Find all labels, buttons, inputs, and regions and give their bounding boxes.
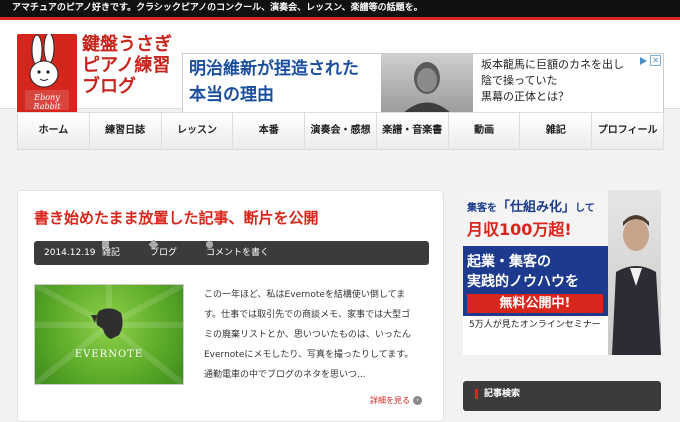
- sidebar-ad-line3b: 実践的ノウハウを: [467, 274, 579, 290]
- header-ad-body: 坂本龍馬に巨額のカネを出し 陰で操っていた 黒幕の正体とは？: [481, 57, 656, 105]
- sidebar-ad-line3a: 起業・集客の: [467, 254, 551, 270]
- logo-badge-line2: Rabbit: [33, 102, 62, 111]
- post-title[interactable]: 書き始めたまま放置した記事、断片を公開: [34, 207, 319, 228]
- nav-item-profile[interactable]: プロフィール: [592, 113, 663, 149]
- site-logo-badge[interactable]: Ebony Rabbit: [17, 34, 77, 114]
- widget-accent-mark: [475, 388, 478, 399]
- post-date: 2014.12.19: [44, 248, 96, 258]
- thumbnail-label: EVERNOTE: [74, 349, 144, 360]
- site-title-line: ブログ: [82, 76, 136, 97]
- sidebar-ad-line6: 5万人が見たオンラインセミナー: [463, 316, 608, 355]
- site-title-line: 鍵盤うさぎ: [82, 34, 172, 55]
- post-card: 書き始めたまま放置した記事、断片を公開 2014.12.19 雑記 ブログ コメ…: [17, 190, 444, 422]
- header-ad-body-line: 坂本龍馬に巨額のカネを出し: [481, 58, 624, 71]
- nav-item-practice-diary[interactable]: 練習日誌: [90, 113, 162, 149]
- logo-badge-line1: Ebony: [33, 93, 60, 102]
- close-icon[interactable]: ✕: [650, 55, 661, 66]
- header-ad-headline-line: 明治維新が捏造された: [189, 59, 359, 79]
- header-ad-body-line: 黒幕の正体とは？: [481, 90, 569, 103]
- excerpt-line: この一年ほど、私はEvernoteを結構使い倒してま: [204, 290, 406, 300]
- header-ad-banner[interactable]: 明治維新が捏造された 本当の理由 坂本龍馬に巨額のカネを出し 陰で操っていた 黒…: [182, 53, 664, 116]
- excerpt-line: す。仕事では取引先での商談メモ、家事では大型ゴ: [204, 310, 411, 320]
- header-ad-body-line: 陰で操っていた: [481, 74, 558, 87]
- post-excerpt: この一年ほど、私はEvernoteを結構使い倒してま す。仕事では取引先での商談…: [204, 285, 429, 385]
- sidebar-ad-line1-suffix: して: [575, 203, 595, 214]
- sidebar-ad-line1: 集客を「仕組み化」して: [467, 196, 595, 215]
- sidebar-ad-line1-prefix: 集客を: [467, 203, 497, 214]
- sidebar-ad-line2: 月収100万超!: [467, 220, 572, 239]
- excerpt-line: 通勤電車の中でブログのネタを思いつ...: [204, 370, 366, 380]
- adchoices-icon[interactable]: [640, 56, 647, 65]
- post-tag-label: ブログ: [150, 248, 178, 258]
- excerpt-line: Evernoteにメモしたり、写真を撮ったりしてます。: [204, 350, 414, 360]
- site-tagline: アマチュアのピアノ好きです。クラシックピアノのコンクール、演奏会、レッスン、楽譜…: [12, 3, 423, 13]
- evernote-elephant-icon: [35, 285, 183, 384]
- nav-item-lessons[interactable]: レッスン: [162, 113, 234, 149]
- nav-item-performance[interactable]: 本番: [233, 113, 306, 149]
- header-ad-headline-line: 本当の理由: [189, 85, 274, 105]
- header-ad-portrait-image: [381, 54, 473, 115]
- post-category-label: 雑記: [102, 248, 121, 258]
- site-title[interactable]: 鍵盤うさぎ ピアノ練習 ブログ: [82, 34, 182, 97]
- chevron-right-icon: ›: [413, 396, 422, 405]
- site-header: Ebony Rabbit 鍵盤うさぎ ピアノ練習 ブログ 明治維新が捏造された …: [0, 20, 680, 116]
- sidebar-ad-line5: 無料公開中!: [467, 294, 603, 313]
- post-meta-bar: 2014.12.19 雑記 ブログ コメントを書く: [34, 239, 429, 265]
- read-more-link[interactable]: 詳細を見る ›: [370, 395, 422, 406]
- adchoices-control[interactable]: ✕: [640, 55, 661, 66]
- main-navigation: ホーム 練習日誌 レッスン 本番 演奏会・感想 楽譜・音楽書 動画 雑記 プロフ…: [17, 112, 664, 150]
- read-more-label: 詳細を見る: [370, 396, 410, 405]
- excerpt-line: ミの廃棄リストとか、思いついたものは、いったん: [204, 330, 411, 340]
- sidebar-ad-presenter-image: [608, 190, 661, 355]
- sidebar-ad[interactable]: 集客を「仕組み化」して 月収100万超! 起業・集客の 実践的ノウハウを 無料公…: [463, 190, 661, 355]
- sidebar-ad-line1-highlight: 「仕組み化」: [497, 200, 576, 215]
- nav-item-home[interactable]: ホーム: [18, 113, 90, 149]
- widget-title: 記事検索: [484, 389, 521, 399]
- nav-item-concerts[interactable]: 演奏会・感想: [305, 113, 377, 149]
- sidebar-widget-search-header: 記事検索: [463, 381, 661, 411]
- sidebar-ad-line3: 起業・集客の 実践的ノウハウを: [467, 252, 579, 292]
- top-tagline-bar: アマチュアのピアノ好きです。クラシックピアノのコンクール、演奏会、レッスン、楽譜…: [0, 0, 680, 17]
- nav-item-misc[interactable]: 雑記: [520, 113, 593, 149]
- header-ad-headline: 明治維新が捏造された 本当の理由: [189, 56, 383, 108]
- nav-item-videos[interactable]: 動画: [449, 113, 521, 149]
- site-title-line: ピアノ練習: [82, 55, 171, 76]
- rabbit-icon: Ebony Rabbit: [17, 34, 77, 114]
- post-thumbnail[interactable]: EVERNOTE: [34, 284, 184, 385]
- nav-item-scores-books[interactable]: 楽譜・音楽書: [377, 113, 449, 149]
- post-comment-label: コメントを書く: [206, 248, 270, 258]
